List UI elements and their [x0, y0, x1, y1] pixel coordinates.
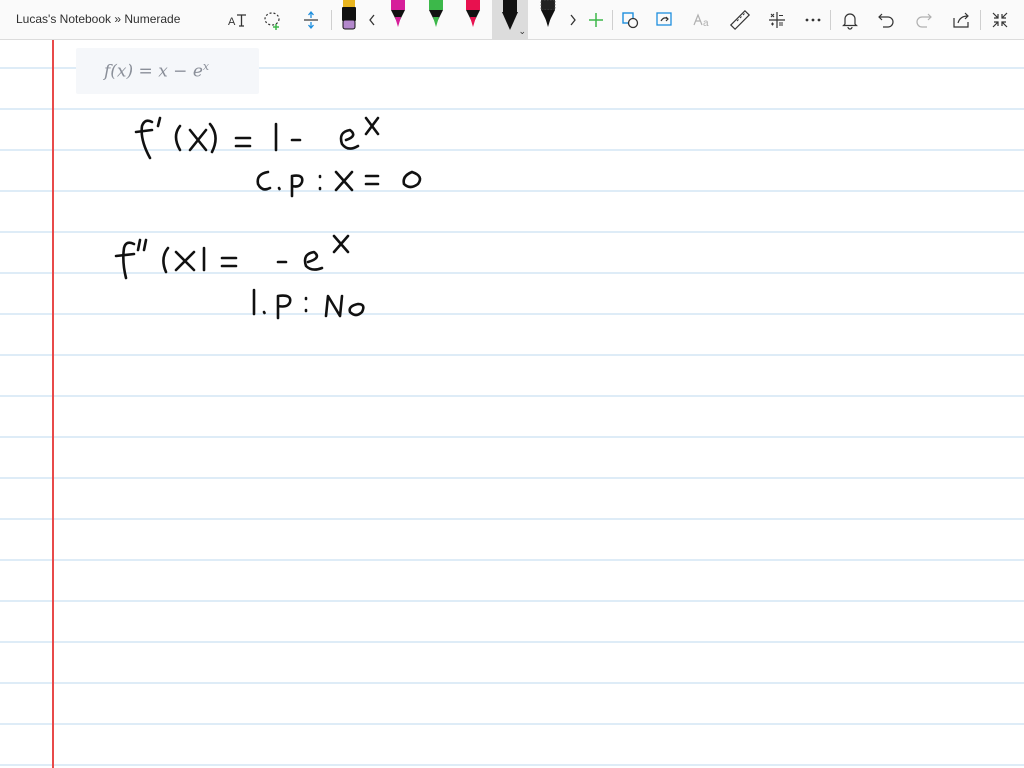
ink-replay-icon[interactable] [649, 0, 681, 39]
typed-formula[interactable]: f(x) = x − ex [76, 48, 259, 94]
more-icon[interactable] [797, 0, 829, 39]
black-pen[interactable] [535, 0, 561, 36]
undo-icon[interactable] [870, 0, 902, 39]
toolbar-separator [830, 10, 831, 30]
svg-text:A: A [228, 16, 236, 28]
page-margin-line [52, 40, 54, 768]
green-pen[interactable] [423, 0, 449, 36]
formula-exponent: x [202, 60, 210, 74]
toolbar-separator [331, 10, 332, 30]
window-title: Lucas's Notebook » Numerade [16, 12, 181, 26]
text-style-icon[interactable]: A [221, 0, 253, 39]
insert-space-icon[interactable] [295, 0, 327, 39]
scroll-left-icon[interactable] [360, 0, 384, 39]
red-pen[interactable] [460, 0, 486, 36]
share-icon[interactable] [946, 0, 978, 39]
black-pen-selected[interactable]: ⌄ [492, 0, 528, 39]
formula-lhs: f(x) = x − e [104, 61, 203, 82]
magenta-pen[interactable] [385, 0, 411, 36]
lasso-select-icon[interactable] [257, 0, 289, 39]
ink-to-math-icon[interactable]: a [686, 0, 718, 39]
ink-to-shape-icon[interactable] [614, 0, 646, 39]
add-pen-icon[interactable] [580, 0, 612, 39]
math-icon[interactable] [761, 0, 793, 39]
highlighter-pen[interactable] [336, 0, 362, 36]
fullscreen-icon[interactable] [984, 0, 1016, 39]
redo-icon[interactable] [908, 0, 940, 39]
formula-text: f(x) = x − ex [104, 60, 209, 82]
toolbar-separator [980, 10, 981, 30]
toolbar-separator [612, 10, 613, 30]
chevron-down-icon[interactable]: ⌄ [518, 27, 526, 36]
svg-text:a: a [703, 18, 709, 29]
toolbar: Lucas's Notebook » Numerade A ⌄ a [0, 0, 1024, 40]
notebook-page[interactable] [0, 40, 1024, 768]
notifications-icon[interactable] [834, 0, 866, 39]
ruler-icon[interactable] [724, 0, 756, 39]
